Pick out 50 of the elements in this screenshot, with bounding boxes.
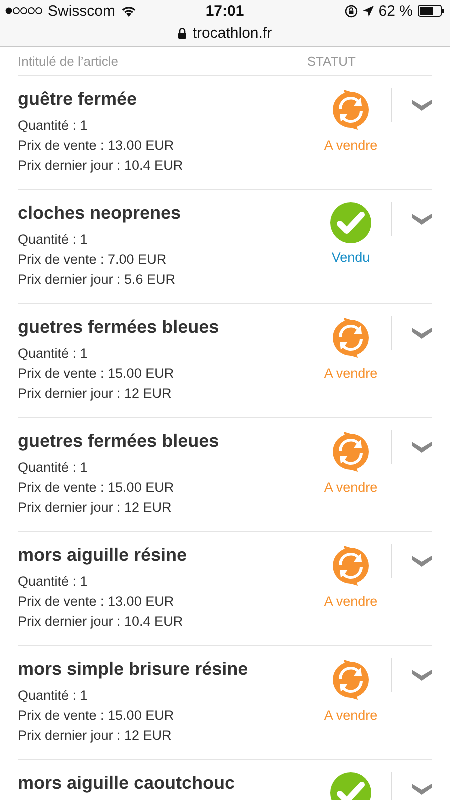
battery-icon <box>418 5 445 17</box>
price-text: Prix de vente : 7.00 EUR <box>18 251 168 269</box>
url-text[interactable]: trocathlon.fr <box>192 24 272 42</box>
battery-percent: 62 % <box>378 2 413 20</box>
status-label: Vendu <box>332 250 370 265</box>
status-label: A vendre <box>324 138 378 153</box>
last-day-price-text: Prix dernier jour : 10.4 EUR <box>18 157 184 175</box>
chevron-down-icon[interactable] <box>412 442 432 452</box>
carrier-name: Swisscom <box>48 2 116 20</box>
rotation-lock-icon <box>344 4 358 18</box>
last-day-price-text: Prix dernier jour : 10.4 EUR <box>18 613 184 631</box>
column-header: Intitulé de l’article <box>18 54 118 68</box>
chevron-down-icon[interactable] <box>412 670 432 680</box>
chevron-down-icon[interactable] <box>412 214 432 224</box>
item-title: mors simple brisure résine <box>18 659 250 680</box>
status-label: A vendre <box>324 480 378 495</box>
location-arrow-icon <box>362 6 374 16</box>
item-title: cloches neoprenes <box>18 203 182 224</box>
item-title: mors aiguille résine <box>18 545 188 566</box>
column-header: STATUT <box>307 54 356 68</box>
clock-time: 17:01 <box>206 2 244 20</box>
status-label: A vendre <box>324 594 378 609</box>
price-text: Prix de vente : 15.00 EUR <box>18 365 176 383</box>
item-title: guêtre fermée <box>18 89 138 110</box>
last-day-price-text: Prix dernier jour : 12 EUR <box>18 727 173 745</box>
status-label: A vendre <box>324 708 378 723</box>
chevron-down-icon[interactable] <box>412 784 432 794</box>
last-day-price-text: Prix dernier jour : 5.6 EUR <box>18 271 177 289</box>
price-text: Prix de vente : 15.00 EUR <box>18 479 176 497</box>
wifi-icon <box>120 5 137 17</box>
chevron-down-icon[interactable] <box>412 556 432 566</box>
price-text: Prix de vente : 13.00 EUR <box>18 593 176 611</box>
quantity-text: Quantité : 1 <box>18 573 89 591</box>
quantity-text: Quantité : 1 <box>18 687 89 705</box>
last-day-price-text: Prix dernier jour : 12 EUR <box>18 499 173 517</box>
status-label: A vendre <box>324 366 378 381</box>
quantity-text: Quantité : 1 <box>18 117 89 135</box>
price-text: Prix de vente : 15.00 EUR <box>18 707 176 725</box>
quantity-text: Quantité : 1 <box>18 231 89 249</box>
signal-icon <box>5 7 43 15</box>
lock-icon <box>178 28 187 38</box>
quantity-text: Quantité : 1 <box>18 459 89 477</box>
item-title: mors aiguille caoutchouc <box>18 773 236 794</box>
chevron-down-icon[interactable] <box>412 328 432 338</box>
price-text: Prix de vente : 13.00 EUR <box>18 137 176 155</box>
quantity-text: Quantité : 1 <box>18 345 89 363</box>
item-title: guetres fermées bleues <box>18 317 220 338</box>
last-day-price-text: Prix dernier jour : 12 EUR <box>18 385 173 403</box>
item-title: guetres fermées bleues <box>18 431 220 452</box>
chevron-down-icon[interactable] <box>412 100 432 110</box>
